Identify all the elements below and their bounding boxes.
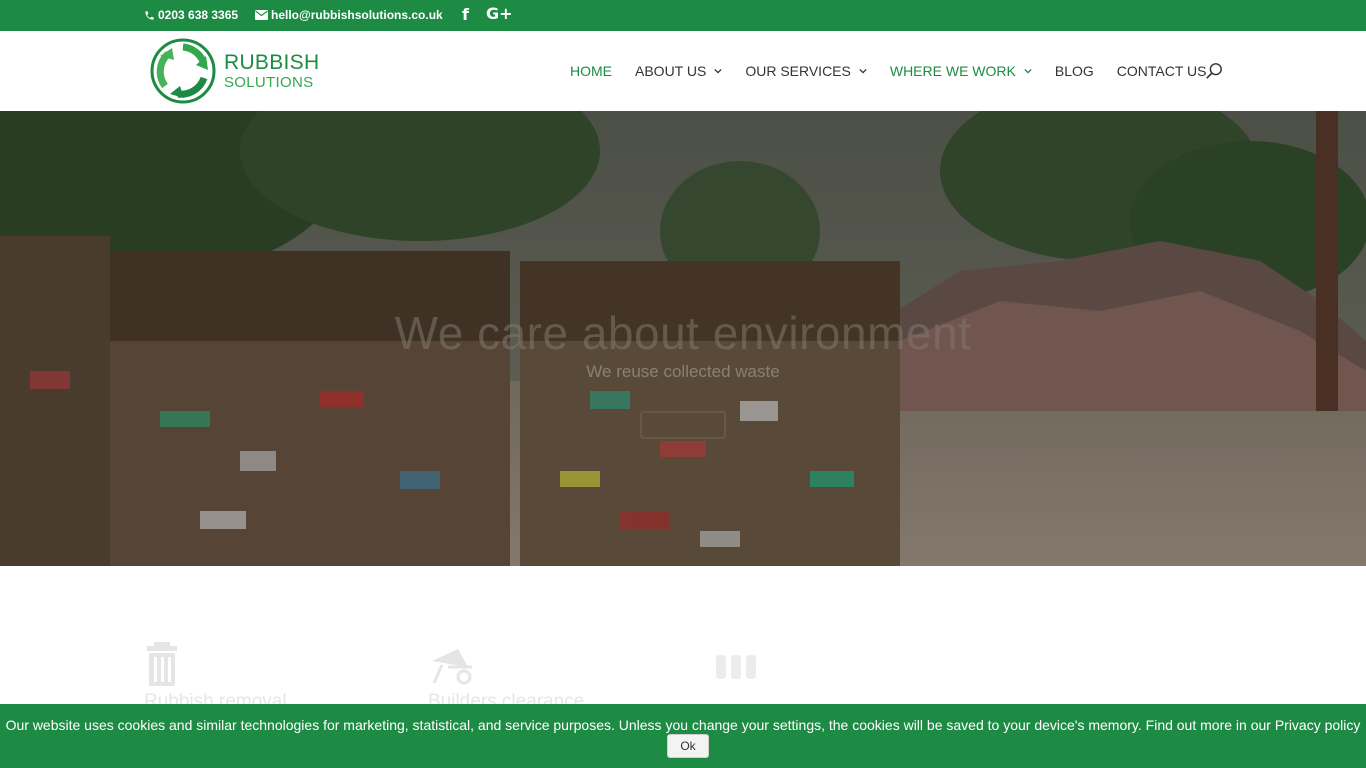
nav-item-our-services[interactable]: OUR SERVICES — [745, 63, 867, 79]
nav-item-home[interactable]: HOME — [570, 63, 612, 79]
nav-item-about-us[interactable]: ABOUT US — [635, 63, 722, 79]
nav-item-label: HOME — [570, 63, 612, 79]
email-link[interactable]: hello@rubbishsolutions.co.uk — [255, 8, 443, 22]
hero-section: We care about environment We reuse colle… — [0, 111, 1366, 566]
nav-item-label: CONTACT US — [1116, 63, 1207, 79]
nav-item-label: OUR SERVICES — [745, 63, 851, 79]
chevron-down-icon — [859, 68, 867, 74]
feature-bins[interactable] — [715, 641, 757, 691]
google-plus-icon[interactable]: G+ — [486, 4, 513, 23]
chevron-down-icon — [714, 68, 722, 74]
cookie-ok-button[interactable]: Ok — [667, 734, 709, 758]
nav-item-blog[interactable]: BLOG — [1055, 63, 1094, 79]
hero-title: We care about environment — [394, 307, 972, 359]
email-address: hello@rubbishsolutions.co.uk — [271, 8, 443, 22]
main-nav: HOME ABOUT US OUR SERVICES WHERE WE WORK… — [570, 63, 1229, 79]
chevron-down-icon — [1024, 68, 1032, 74]
facebook-icon[interactable]: f — [462, 5, 469, 24]
wheelbarrow-icon — [432, 649, 472, 685]
nav-item-label: ABOUT US — [635, 63, 707, 79]
page: 0203 638 3365 hello@rubbishsolutions.co.… — [0, 0, 1366, 768]
trash-icon — [147, 642, 177, 686]
hero-subtitle: We reuse collected waste — [586, 362, 780, 381]
recycle-logo-icon — [150, 38, 216, 104]
cookie-banner: Our website uses cookies and similar tec… — [0, 704, 1366, 768]
features-section: Rubbish removal Builders clearance — [0, 566, 1366, 712]
phone-number: 0203 638 3365 — [158, 8, 239, 22]
nav-item-label: WHERE WE WORK — [889, 63, 1016, 79]
feature-builders-clearance[interactable]: Builders clearance — [428, 641, 584, 713]
nav-item-contact-us[interactable]: CONTACT US — [1117, 63, 1207, 79]
logo-line1: RUBBISH — [224, 51, 320, 74]
top-bar: 0203 638 3365 hello@rubbishsolutions.co.… — [0, 0, 1366, 31]
phone-link[interactable]: 0203 638 3365 — [144, 8, 238, 22]
main-header: RUBBISH SOLUTIONS HOME ABOUT US OUR SERV… — [0, 31, 1366, 111]
cookie-message: Our website uses cookies and similar tec… — [5, 717, 1361, 733]
logo-line2: SOLUTIONS — [224, 74, 314, 91]
phone-icon — [145, 10, 154, 20]
nav-item-where-we-work[interactable]: WHERE WE WORK — [890, 63, 1032, 79]
nav-item-label: BLOG — [1054, 63, 1094, 79]
search-icon[interactable] — [1205, 62, 1223, 80]
bins-icon — [716, 655, 756, 679]
site-logo[interactable]: RUBBISH SOLUTIONS — [150, 38, 320, 104]
hero-button[interactable] — [640, 411, 726, 439]
feature-rubbish-removal[interactable]: Rubbish removal — [144, 641, 287, 713]
envelope-icon — [255, 10, 268, 20]
